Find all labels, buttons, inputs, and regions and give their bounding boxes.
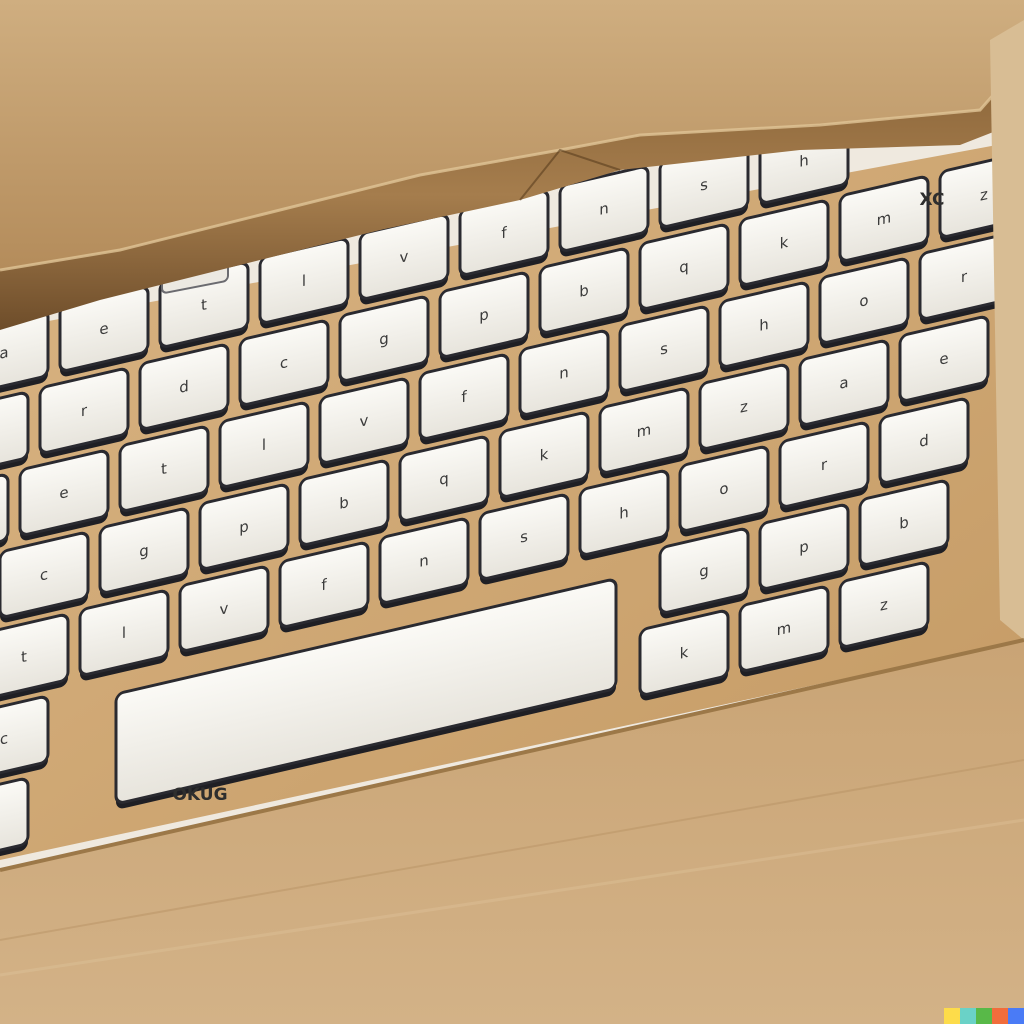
keycap-glyph: f	[321, 575, 327, 594]
keycap-glyph: v	[400, 247, 409, 267]
keycap-glyph: s	[660, 339, 668, 359]
keycap-glyph: r	[81, 401, 88, 420]
keycap-glyph: b	[339, 493, 349, 513]
keycap-glyph: d	[919, 431, 929, 451]
keycap-glyph: b	[899, 513, 909, 533]
keycap-glyph: n	[599, 199, 609, 219]
keycap-glyph: h	[799, 151, 809, 171]
keycap-glyph: g	[699, 561, 709, 581]
keycap-glyph: z	[980, 185, 988, 205]
keycap-glyph: f	[501, 223, 507, 242]
keycap-glyph: k	[680, 643, 689, 663]
keycap-glyph: f	[461, 387, 467, 406]
keycap-glyph: o	[859, 291, 868, 311]
keycap-glyph: z	[740, 397, 748, 417]
keycap-glyph: n	[419, 551, 429, 571]
keycap-glyph: t	[161, 459, 167, 478]
generator-watermark	[944, 1008, 1024, 1024]
keycap-glyph: k	[780, 233, 789, 253]
keycap-glyph: m	[637, 420, 652, 441]
keycap-glyph: e	[939, 349, 948, 369]
keycap-glyph: c	[280, 353, 288, 373]
keycap-glyph: p	[239, 517, 249, 537]
keycap-glyph: n	[559, 363, 569, 383]
keycap-glyph: h	[759, 315, 769, 335]
keycap-glyph: v	[220, 599, 229, 619]
keycap-glyph: p	[799, 537, 809, 557]
keycap-glyph: a	[839, 373, 848, 393]
keycap-glyph: s	[520, 527, 528, 547]
keycap-glyph: e	[99, 319, 108, 339]
keycap-glyph: k	[540, 445, 549, 465]
keycap-glyph: g	[379, 329, 389, 349]
watermark-orange	[992, 1008, 1008, 1024]
keycap-glyph: s	[700, 175, 708, 195]
keycap-glyph: b	[579, 281, 589, 301]
keycap-glyph: o	[719, 479, 728, 499]
keycap-glyph: l	[122, 624, 126, 643]
keycap-glyph: q	[679, 257, 689, 277]
keycap-glyph: m	[877, 208, 892, 229]
photo-scene: a e t l v f n s h o r d c g p b q k m z a e t l v f n s h o r d c g p b q k m z…	[0, 0, 1024, 1024]
watermark-yellow	[944, 1008, 960, 1024]
keycap-glyph: c	[40, 565, 48, 585]
keycap-glyph: t	[201, 295, 207, 314]
watermark-blue	[1008, 1008, 1024, 1024]
keycap-glyph: m	[777, 618, 792, 639]
keycap-glyph: c	[0, 729, 8, 749]
keycap-glyph: r	[821, 455, 828, 474]
keycap-glyph: v	[360, 411, 369, 431]
keycap-glyph: l	[302, 272, 306, 291]
keycap-glyph: l	[262, 436, 266, 455]
watermark-green	[976, 1008, 992, 1024]
keycap-glyph: a	[0, 343, 9, 363]
keycap-glyph: g	[139, 541, 149, 561]
keycap-glyph: d	[179, 377, 189, 397]
keycap-glyph: e	[59, 483, 68, 503]
keycap-glyph: t	[21, 647, 27, 666]
watermark-teal	[960, 1008, 976, 1024]
keycap-glyph: z	[880, 595, 888, 615]
keycap-glyph: q	[439, 469, 449, 489]
keycap-glyph: h	[619, 503, 629, 523]
keycap-glyph: p	[479, 305, 489, 325]
keycap-glyph: r	[961, 267, 968, 286]
